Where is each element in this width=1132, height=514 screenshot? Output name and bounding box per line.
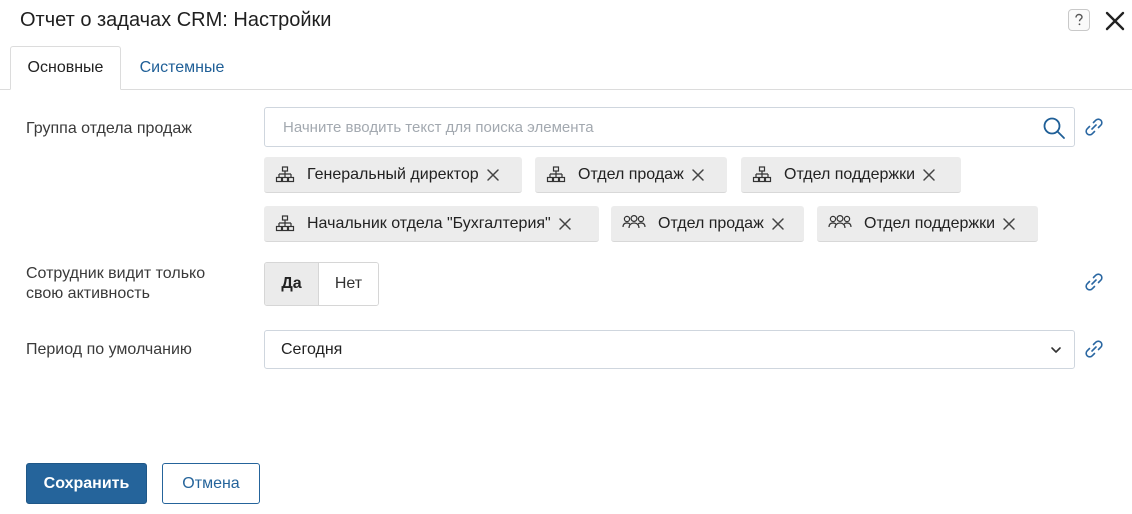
chip-sales-department-group: Отдел продаж: [611, 206, 804, 242]
remove-chip-icon[interactable]: [486, 168, 500, 182]
remove-chip-icon[interactable]: [771, 217, 785, 231]
cancel-button[interactable]: Отмена: [162, 463, 260, 504]
org-structure-icon: [275, 165, 295, 182]
chip-label: Отдел поддержки: [784, 165, 916, 183]
remove-chip-icon[interactable]: [1002, 217, 1016, 231]
org-structure-icon: [752, 165, 772, 182]
own-activity-label: Сотрудник видит только свою активность: [26, 265, 206, 302]
remove-chip-icon[interactable]: [558, 217, 572, 231]
tab-main[interactable]: Основные: [10, 46, 121, 90]
chip-support-department-group: Отдел поддержки: [817, 206, 1038, 242]
dialog-title: Отчет о задачах CRM: Настройки: [20, 9, 332, 31]
save-button[interactable]: Сохранить: [26, 463, 147, 504]
default-period-select[interactable]: Сегодня: [264, 330, 1075, 369]
chip-label: Отдел продаж: [658, 214, 764, 232]
toggle-no-button[interactable]: Нет: [319, 263, 378, 305]
chip-label: Генеральный директор: [307, 165, 479, 183]
group-users-icon: [622, 214, 646, 228]
default-period-label: Период по умолчанию: [26, 341, 192, 358]
sales-group-search: [264, 107, 1075, 147]
link-icon[interactable]: [1083, 338, 1105, 360]
chip-label: Начальник отдела "Бухгалтерия": [307, 214, 551, 232]
org-structure-icon: [275, 214, 295, 231]
default-period-value: Сегодня: [281, 340, 343, 358]
toggle-yes-button[interactable]: Да: [265, 263, 319, 305]
link-icon[interactable]: [1083, 116, 1105, 138]
help-button[interactable]: [1068, 9, 1090, 31]
close-button[interactable]: [1104, 10, 1126, 32]
chip-accounting-head: Начальник отдела "Бухгалтерия": [264, 206, 599, 242]
group-users-icon: [828, 214, 852, 228]
tab-system[interactable]: Системные: [122, 46, 242, 90]
question-icon: [1075, 13, 1083, 26]
search-icon[interactable]: [1042, 116, 1066, 140]
chevron-down-icon: [1051, 347, 1061, 353]
org-structure-icon: [546, 165, 566, 182]
remove-chip-icon[interactable]: [922, 168, 936, 182]
chip-label: Отдел продаж: [578, 165, 684, 183]
close-icon: [1105, 11, 1125, 31]
link-icon[interactable]: [1083, 271, 1105, 293]
chip-label: Отдел поддержки: [864, 214, 996, 232]
own-activity-toggle: Да Нет: [264, 262, 379, 306]
chip-sales-department-org: Отдел продаж: [535, 157, 727, 193]
chip-general-director: Генеральный директор: [264, 157, 522, 193]
sales-group-search-input[interactable]: [266, 109, 1043, 145]
sales-group-label: Группа отдела продаж: [26, 120, 192, 137]
remove-chip-icon[interactable]: [691, 168, 705, 182]
chip-support-department-org: Отдел поддержки: [741, 157, 961, 193]
